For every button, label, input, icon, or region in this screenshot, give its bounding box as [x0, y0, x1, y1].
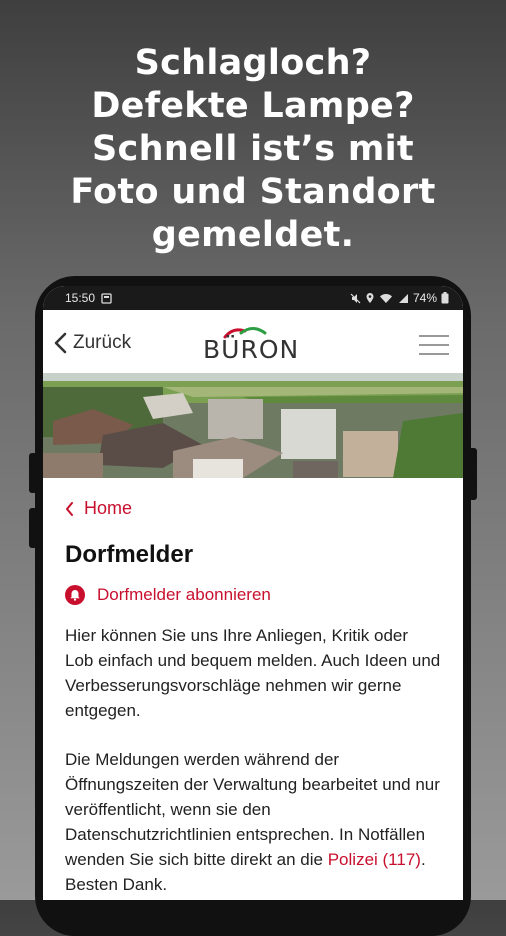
promo-line: Schnell ist’s mit	[92, 129, 414, 169]
village-photo	[43, 373, 463, 478]
chevron-left-icon	[66, 501, 73, 516]
promo-line: Schlagloch?	[134, 43, 372, 83]
location-icon	[366, 293, 374, 303]
status-bar: 15:50 74%	[43, 286, 463, 310]
status-time: 15:50	[65, 291, 96, 305]
volume-button	[29, 508, 37, 548]
info-paragraph: Die Meldungen werden während der Öffnung…	[65, 747, 441, 897]
breadcrumb-home[interactable]: Home	[65, 498, 441, 519]
power-button	[469, 448, 477, 500]
hamburger-menu-icon[interactable]	[419, 335, 449, 362]
back-button[interactable]: Zurück	[53, 332, 131, 354]
chevron-left-icon	[54, 332, 67, 354]
battery-percent: 74%	[412, 291, 437, 305]
police-link[interactable]: Polizei (117)	[328, 850, 421, 869]
page-title: Dorfmelder	[65, 541, 194, 568]
wifi-icon	[379, 293, 392, 303]
screenshot-icon	[101, 292, 112, 304]
phone-screen: 15:50 74% Zurück BÜRON Home Dorfmelder D…	[43, 286, 463, 900]
promo-headline: Schlagloch? Defekte Lampe? Schnell ist’s…	[0, 42, 506, 257]
subscribe-label: Dorfmelder abonnieren	[97, 585, 271, 604]
promo-line: Defekte Lampe?	[91, 86, 415, 126]
bell-icon	[65, 585, 85, 605]
intro-paragraph: Hier können Sie uns Ihre Anliegen, Kriti…	[65, 626, 441, 720]
signal-icon	[398, 293, 408, 303]
promo-line: Foto und Standort	[70, 172, 436, 212]
promo-line: gemeldet.	[151, 215, 355, 255]
battery-icon	[441, 292, 449, 304]
back-label: Zurück	[73, 332, 132, 353]
app-bar: Zurück BÜRON	[43, 310, 463, 373]
logo-text: BÜRON	[203, 335, 300, 364]
app-logo: BÜRON	[203, 327, 309, 364]
volume-button	[29, 453, 37, 493]
breadcrumb-home-label: Home	[84, 498, 133, 518]
page-content: Home Dorfmelder Dorfmelder abonnieren Hi…	[43, 478, 463, 897]
subscribe-link[interactable]: Dorfmelder abonnieren	[65, 585, 441, 605]
mute-icon	[350, 293, 361, 303]
